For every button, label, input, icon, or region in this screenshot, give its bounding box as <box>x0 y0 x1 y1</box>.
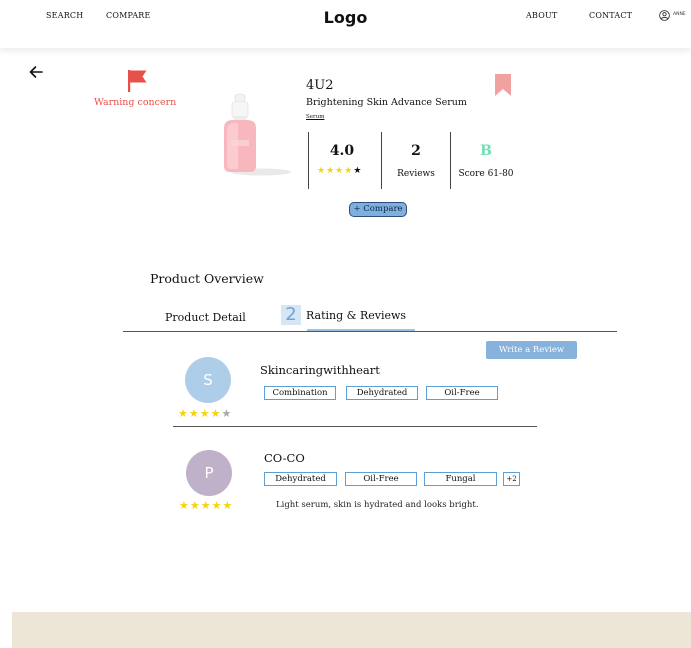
warning-flag-icon <box>128 70 147 92</box>
skin-type-tag: Combination <box>264 386 336 400</box>
average-rating-stars: ★★★★★ <box>317 166 362 176</box>
footer <box>12 612 691 648</box>
product-category-tag[interactable]: Serum <box>306 114 324 120</box>
add-to-compare-button[interactable]: + Compare <box>349 202 407 217</box>
user-name[interactable]: ANNE <box>673 12 686 17</box>
avatar: S <box>185 357 231 403</box>
review-rating-stars: ★★★★★ <box>178 407 232 420</box>
star-icon: ★ <box>335 166 345 176</box>
nav-contact-link[interactable]: CONTACT <box>589 11 632 20</box>
star-icon: ★ <box>344 166 354 176</box>
product-brand: 4U2 <box>306 78 334 93</box>
star-icon: ★ <box>211 499 223 512</box>
star-icon: ★ <box>200 499 212 512</box>
bookmark-icon[interactable] <box>495 74 511 96</box>
review-divider <box>173 426 537 427</box>
star-icon: ★ <box>188 407 200 420</box>
stat-divider <box>308 132 309 189</box>
product-image <box>224 93 291 176</box>
stat-divider <box>381 132 382 189</box>
avatar: P <box>186 450 232 496</box>
star-icon: ★ <box>353 166 363 176</box>
stat-divider <box>450 132 451 189</box>
review-text: Light serum, skin is hydrated and looks … <box>276 500 479 510</box>
tabs-divider <box>123 331 617 332</box>
tab-rating-reviews[interactable]: Rating & Reviews <box>306 309 406 322</box>
average-rating-value: 4.0 <box>329 143 355 159</box>
product-overview-heading: Product Overview <box>150 271 264 286</box>
skin-type-tag: Fungal <box>424 472 497 486</box>
star-icon: ★ <box>179 499 190 512</box>
nav-about-link[interactable]: ABOUT <box>526 11 557 20</box>
star-icon: ★ <box>222 499 234 512</box>
score-range-label: Score 61-80 <box>458 169 514 179</box>
star-icon: ★ <box>210 407 222 420</box>
review-rating-stars: ★★★★★ <box>179 499 233 512</box>
reviewer-name[interactable]: Skincaringwithheart <box>260 363 380 377</box>
reviews-count-label: Reviews <box>397 169 435 179</box>
site-logo[interactable]: Logo <box>0 8 691 27</box>
product-name: Brightening Skin Advance Serum <box>306 97 467 108</box>
skin-type-tag: Oil-Free <box>345 472 417 486</box>
star-icon: ★ <box>199 407 211 420</box>
star-icon: ★ <box>178 407 189 420</box>
tab-product-detail[interactable]: Product Detail <box>165 311 246 324</box>
skin-type-tag: Dehydrated <box>264 472 337 486</box>
star-icon: ★ <box>221 407 233 420</box>
star-icon: ★ <box>189 499 201 512</box>
reviews-count-value: 2 <box>411 143 421 159</box>
more-tags-badge[interactable]: +2 <box>503 472 520 486</box>
back-arrow-icon[interactable] <box>28 64 44 80</box>
warning-concern-label: Warning concern <box>94 97 177 108</box>
reviewer-name[interactable]: CO-CO <box>264 451 305 465</box>
score-grade: B <box>480 143 492 159</box>
user-icon[interactable] <box>659 10 670 21</box>
skin-type-tag: Oil-Free <box>426 386 498 400</box>
reviews-tab-count[interactable]: 2 <box>281 305 301 325</box>
star-icon: ★ <box>317 166 327 176</box>
write-review-button[interactable]: Write a Review <box>486 341 577 359</box>
star-icon: ★ <box>326 166 336 176</box>
skin-type-tag: Dehydrated <box>346 386 418 400</box>
top-navigation-bar: SEARCH COMPARE Logo ABOUT CONTACT ANNE <box>0 0 691 48</box>
